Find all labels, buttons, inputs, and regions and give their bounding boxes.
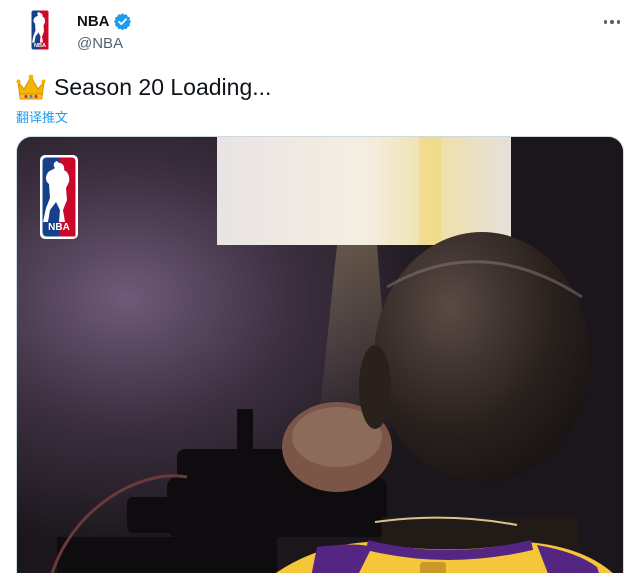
author-handle[interactable]: @NBA [77,35,123,52]
crown-emoji-icon [16,73,46,101]
svg-text:NBA: NBA [34,43,46,49]
author-name-row[interactable]: NBA [77,12,132,31]
more-dot [603,20,608,24]
nba-logo-icon: NBA [30,9,50,51]
more-dot [616,20,621,24]
verified-badge-icon [113,12,132,31]
more-options-icon[interactable] [600,12,624,32]
svg-text:NBA: NBA [48,222,70,233]
media-nba-logo-icon: NBA [40,155,78,239]
tweet-text-content: Season 20 Loading... [54,73,272,100]
display-name[interactable]: NBA [77,13,110,30]
media-photo [17,137,623,573]
translate-tweet-link[interactable]: 翻译推文 [16,107,68,126]
more-dot [610,20,614,24]
tweet-media-image[interactable]: NBA [16,136,624,573]
avatar[interactable]: NBA [16,6,64,54]
tweet-text: Season 20 Loading... [16,73,271,101]
